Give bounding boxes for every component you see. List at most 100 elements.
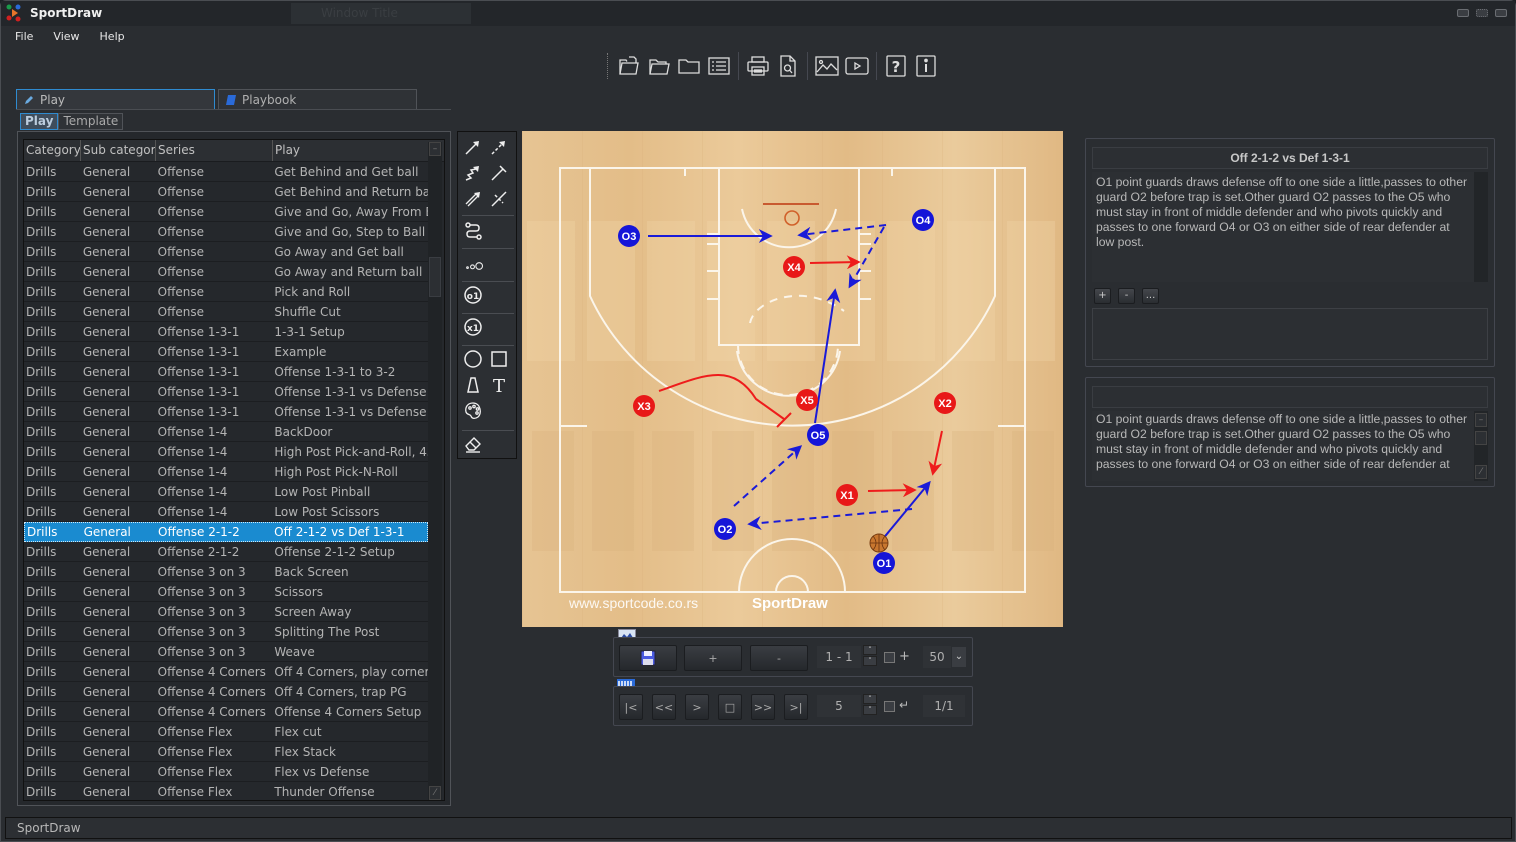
spin-up-icon[interactable]: ˄ (863, 645, 877, 655)
frame-note-text[interactable]: O1 point guards draws defense off to one… (1092, 411, 1474, 481)
table-row[interactable]: Drills General Offense 1-3-1 Offense 1-3-1 … (24, 362, 428, 382)
table-row[interactable]: Drills General Offense Flex Flex Stack (24, 742, 428, 762)
new-play-button[interactable] (615, 52, 643, 80)
help-button[interactable]: ? (882, 52, 910, 80)
menu-help[interactable]: Help (88, 27, 133, 47)
table-row[interactable]: Drills General Offense Give and Go, Away Fr… (24, 202, 428, 222)
tool-path[interactable] (462, 220, 484, 242)
export-video-button[interactable] (843, 52, 871, 80)
about-button[interactable] (912, 52, 940, 80)
toolbar-grip[interactable] (607, 53, 610, 79)
table-row[interactable]: Drills General Offense 4 Corners Off 4 Corn… (24, 682, 428, 702)
play-button[interactable]: > (685, 694, 709, 720)
player-x2[interactable]: X2 (934, 392, 956, 414)
table-row[interactable]: Drills General Offense 4 Corners Offense 4 … (24, 702, 428, 722)
tab-playbook[interactable]: Playbook (218, 89, 417, 109)
player-x3[interactable]: X3 (633, 395, 655, 417)
table-row[interactable]: Drills General Offense 1-4 High Post Pick-N… (24, 462, 428, 482)
frame-note-scrollbar[interactable]: – ⁄ (1474, 411, 1488, 481)
first-frame-button[interactable]: |< (619, 694, 643, 720)
last-frame-button[interactable]: >| (784, 694, 808, 720)
speed-field[interactable]: 5 (816, 694, 862, 718)
more-notes-button[interactable]: ... (1142, 288, 1159, 304)
table-row[interactable]: Drills General Offense Flex Flex cut (24, 722, 428, 742)
column-sub-category[interactable]: Sub category (81, 140, 156, 161)
table-row[interactable]: Drills General Offense 1-3-1 Offense 1-3-1 … (24, 382, 428, 402)
player-o3[interactable]: O3 (618, 225, 640, 247)
basketball-icon[interactable] (869, 533, 889, 553)
tool-circle[interactable] (462, 348, 484, 370)
table-row[interactable]: Drills General Offense Go Away and Return b… (24, 262, 428, 282)
tool-cross[interactable] (488, 188, 510, 210)
tool-offense-player[interactable]: o1 (462, 284, 484, 306)
tool-defense-player[interactable]: x1 (462, 316, 484, 338)
player-x5[interactable]: X5 (796, 389, 818, 411)
table-row[interactable]: Drills General Offense 2-1-2 Offense 2-1-2 … (24, 542, 428, 562)
tool-handoff[interactable] (462, 188, 484, 210)
folder-button[interactable] (675, 52, 703, 80)
save-frame-button[interactable] (619, 645, 677, 671)
play-list-button[interactable] (705, 52, 733, 80)
tool-arrow-pass[interactable] (462, 136, 484, 158)
spin-up-icon[interactable]: ˄ (863, 694, 877, 704)
tool-screen[interactable] (488, 162, 510, 184)
table-row[interactable]: Drills General Offense 1-4 BackDoor (24, 422, 428, 442)
tool-cone[interactable] (462, 374, 484, 396)
subtab-play[interactable]: Play (20, 113, 59, 130)
table-row[interactable]: Drills General Offense 3 on 3 Splitting The… (24, 622, 428, 642)
tool-dribble[interactable] (462, 162, 484, 184)
spin-down-icon[interactable]: ˅ (863, 656, 877, 666)
zoom-dropdown-icon[interactable]: ⌄ (952, 647, 966, 667)
table-row[interactable]: Drills General Offense Flex Thunder Offense (24, 782, 428, 800)
column-category[interactable]: Category (24, 140, 81, 161)
scroll-thumb[interactable] (1475, 431, 1487, 445)
table-row[interactable]: Drills General Offense 4 Corners Off 4 Corn… (24, 662, 428, 682)
scroll-thumb[interactable] (429, 257, 441, 297)
table-row[interactable]: Drills General Offense Flex Flex vs Defense (24, 762, 428, 782)
player-o5[interactable]: O5 (807, 424, 829, 446)
table-row[interactable]: Drills General Offense 1-4 Low Post Scissor… (24, 502, 428, 522)
tool-eraser[interactable] (462, 433, 484, 455)
table-row[interactable]: Drills General Offense Get Behind and Retur… (24, 182, 428, 202)
court-canvas[interactable]: O1 O2 O3 O4 O5 X1 X2 X3 X4 X5 www.sportcode.co.rs… (522, 131, 1063, 627)
speed-spinner[interactable]: ˄ ˅ (863, 694, 877, 716)
menu-file[interactable]: File (1, 27, 41, 47)
player-o1[interactable]: O1 (873, 552, 895, 574)
frame-spinner[interactable]: ˄ ˅ (863, 645, 877, 667)
add-note-button[interactable]: + (1094, 288, 1111, 304)
tool-arrow-dashed[interactable] (488, 136, 510, 158)
fast-forward-button[interactable]: >> (751, 694, 775, 720)
minimize-button[interactable] (1457, 9, 1469, 17)
table-row[interactable]: Drills General Offense 1-4 High Post Pick-a… (24, 442, 428, 462)
table-row[interactable]: Drills General Offense 3 on 3 Scissors (24, 582, 428, 602)
print-button[interactable] (744, 52, 772, 80)
play-description[interactable]: O1 point guards draws defense off to one… (1092, 172, 1474, 282)
notes-list[interactable] (1092, 308, 1488, 360)
stop-button[interactable]: □ (718, 694, 742, 720)
scroll-up-button[interactable]: – (429, 142, 441, 156)
table-row[interactable]: Drills General Offense 3 on 3 Back Screen (24, 562, 428, 582)
table-row[interactable]: Drills General Offense Go Away and Get ball (24, 242, 428, 262)
table-row[interactable]: Drills General Offense 1-4 Low Post Pinball (24, 482, 428, 502)
zoom-select[interactable]: 50 (922, 645, 952, 669)
table-row[interactable]: Drills General Offense 2-1-2 Off 2-1-2 vs D… (24, 522, 428, 542)
table-row[interactable]: Drills General Offense 3 on 3 Weave (24, 642, 428, 662)
remove-frame-button[interactable]: - (750, 645, 808, 671)
remove-note-button[interactable]: - (1118, 288, 1135, 304)
add-frame-checkbox[interactable] (884, 652, 895, 663)
rewind-button[interactable]: << (652, 694, 676, 720)
open-play-button[interactable] (645, 52, 673, 80)
subtab-template[interactable]: Template (58, 113, 124, 130)
spin-down-icon[interactable]: ˅ (863, 705, 877, 715)
description-scrollbar[interactable] (1474, 172, 1488, 282)
loop-checkbox[interactable] (884, 701, 895, 712)
scroll-down-button[interactable]: ⁄ (429, 786, 441, 800)
table-row[interactable]: Drills General Offense Get Behind and Get b… (24, 162, 428, 182)
tab-play[interactable]: Play (16, 89, 215, 109)
menu-view[interactable]: View (41, 27, 87, 47)
print-preview-button[interactable] (774, 52, 802, 80)
tool-circles-trail[interactable] (462, 255, 488, 277)
table-row[interactable]: Drills General Offense 1-3-1 Example (24, 342, 428, 362)
table-row[interactable]: Drills General Offense Give and Go, Step to… (24, 222, 428, 242)
table-row[interactable]: Drills General Offense 3 on 3 Screen Away (24, 602, 428, 622)
